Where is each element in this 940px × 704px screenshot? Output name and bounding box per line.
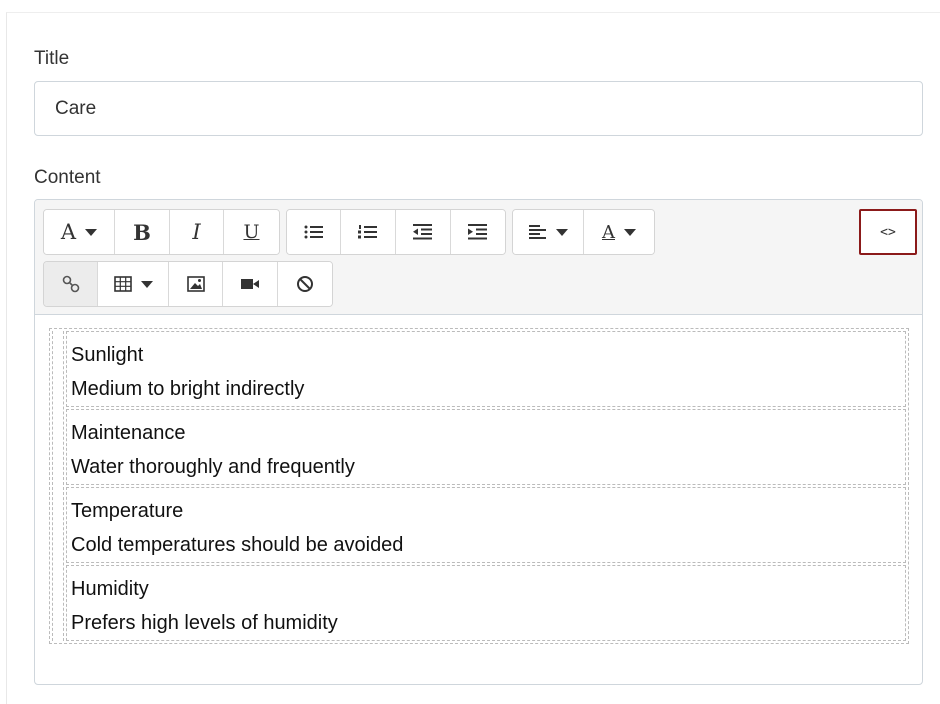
underline-button[interactable]: U [224, 210, 279, 254]
row-text: Cold temperatures should be avoided [71, 534, 404, 556]
italic-label: I [192, 220, 201, 244]
video-camera-icon [241, 279, 259, 289]
bold-button[interactable]: B [115, 210, 170, 254]
font-size-button[interactable]: A [44, 210, 115, 254]
table-button[interactable] [98, 262, 169, 306]
font-size-label: A [60, 220, 77, 244]
chevron-down-icon [555, 228, 568, 236]
video-button[interactable] [223, 262, 278, 306]
content-label: Content [34, 167, 101, 188]
link-button[interactable] [44, 262, 98, 306]
row-text: Water thoroughly and frequently [71, 456, 355, 478]
title-input[interactable] [34, 81, 923, 136]
editor-content-area[interactable]: Sunlight Medium to bright indirectly Maint… [49, 328, 909, 644]
chevron-down-icon [85, 228, 98, 236]
numbered-list-icon [358, 225, 377, 239]
bold-label: B [133, 219, 151, 245]
image-button[interactable] [169, 262, 223, 306]
content-row[interactable]: Humidity Prefers high levels of humidity [66, 565, 906, 641]
row-heading: Maintenance [71, 422, 186, 444]
html-source-toggle-button[interactable]: <> [859, 209, 917, 255]
code-icon: <> [880, 224, 896, 240]
chevron-down-icon [140, 280, 153, 288]
text-color-button[interactable]: A [584, 210, 654, 254]
rich-text-editor: A B I U A <> Sunlight Medium to bright i… [34, 199, 923, 685]
chevron-down-icon [624, 228, 636, 236]
indent-icon [468, 224, 487, 240]
list-group [286, 209, 506, 255]
align-left-icon [528, 225, 546, 239]
content-row[interactable]: Sunlight Medium to bright indirectly [66, 331, 906, 407]
insert-group [43, 261, 333, 307]
italic-button[interactable]: I [170, 210, 224, 254]
underline-label: U [243, 221, 260, 243]
content-row[interactable]: Maintenance Water thoroughly and frequent… [66, 409, 906, 485]
row-text: Prefers high levels of humidity [71, 612, 338, 634]
row-heading: Sunlight [71, 344, 144, 366]
outdent-button[interactable] [396, 210, 451, 254]
table-icon [113, 276, 132, 292]
editor-toolbar: A B I U A <> [35, 200, 922, 315]
outdent-icon [413, 224, 432, 240]
prohibit-icon [297, 276, 313, 292]
align-button[interactable] [513, 210, 584, 254]
indent-button[interactable] [451, 210, 505, 254]
link-icon [62, 275, 79, 293]
row-heading: Humidity [71, 578, 149, 600]
text-color-label: A [602, 221, 615, 243]
row-text: Medium to bright indirectly [71, 378, 305, 400]
clear-formatting-button[interactable] [278, 262, 332, 306]
image-icon [186, 276, 205, 292]
content-row[interactable]: Temperature Cold temperatures should be a… [66, 487, 906, 563]
bullet-list-icon [304, 225, 323, 239]
align-color-group: A [512, 209, 655, 255]
title-label: Title [34, 48, 70, 69]
numbered-list-button[interactable] [341, 210, 396, 254]
row-heading: Temperature [71, 500, 184, 522]
bullet-list-button[interactable] [287, 210, 341, 254]
format-group: A B I U [43, 209, 280, 255]
